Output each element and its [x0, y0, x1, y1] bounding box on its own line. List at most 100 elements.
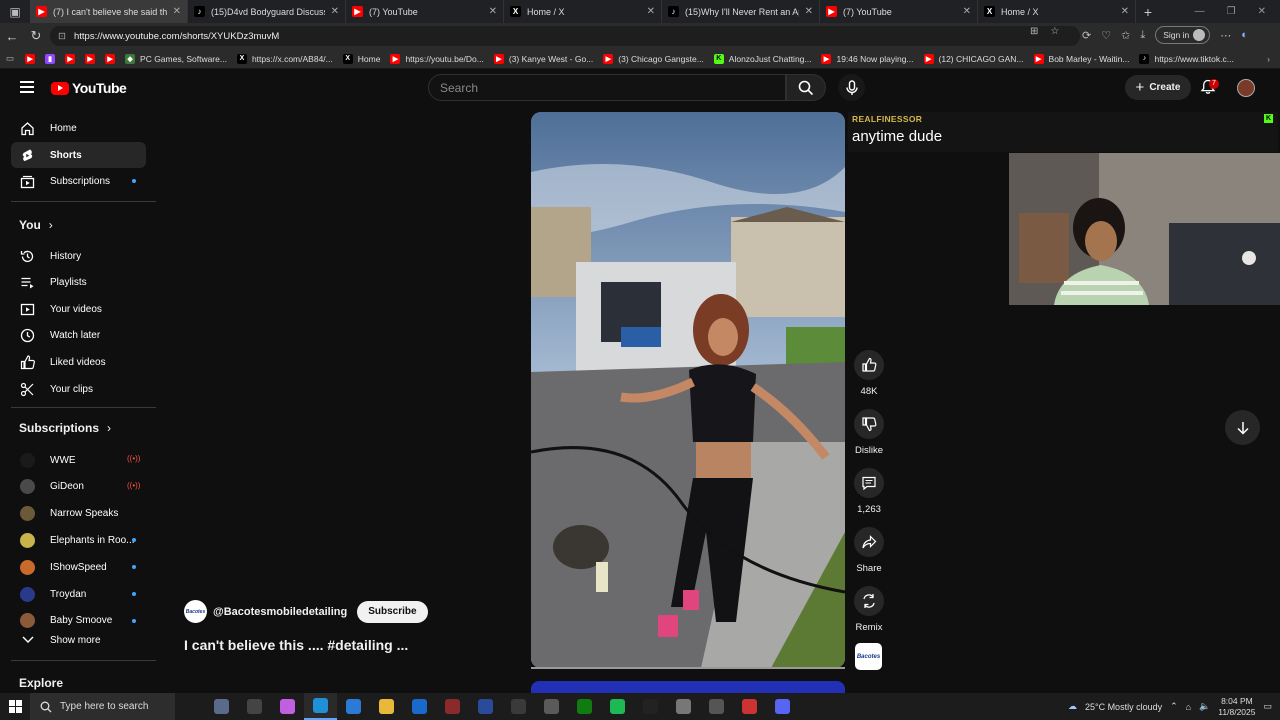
close-tab-icon[interactable]: ✕ [1121, 6, 1129, 17]
sidebar-item-your-videos[interactable]: Your videos [11, 296, 146, 322]
game-app-icon[interactable] [436, 693, 469, 720]
copilot-icon[interactable]: ◐ [1241, 29, 1248, 41]
sidebar-item-clips[interactable]: Your clips [11, 376, 146, 402]
new-tab-button[interactable]: + [1136, 4, 1160, 20]
bookmark-item[interactable]: X Home [338, 53, 386, 64]
like-button[interactable]: 48K [849, 350, 889, 397]
subscription-channel-item[interactable]: WWE ((•)) [11, 447, 146, 473]
favorite-star-icon[interactable]: ☆ [1050, 26, 1059, 37]
channel-handle[interactable]: @Bacotesmobiledetailing [213, 606, 347, 618]
bookmark-item[interactable]: Xhttps://x.com/AB84/... [232, 53, 338, 64]
bookmark-item[interactable]: ▶ https://youtu.be/Do... [385, 53, 488, 64]
close-tab-icon[interactable]: ✕ [805, 6, 813, 17]
copilot-app-icon[interactable] [271, 693, 304, 720]
edge-browser-icon[interactable] [304, 693, 337, 720]
remix-button[interactable]: Remix [849, 586, 889, 633]
comments-button[interactable]: 1,263 [849, 468, 889, 515]
mega-app-icon[interactable] [502, 693, 535, 720]
outlook-icon[interactable] [403, 693, 436, 720]
bookmark-item[interactable]: K AlonzoJust Chatting... [709, 53, 817, 64]
windows-start-icon[interactable] [0, 700, 30, 713]
bookmark-item[interactable]: ▮ [40, 53, 60, 64]
network-icon[interactable]: ⌂ [1186, 702, 1191, 712]
share-button[interactable]: Share [849, 527, 889, 574]
close-tab-icon[interactable]: ✕ [173, 6, 181, 17]
character-app-icon[interactable] [535, 693, 568, 720]
video-progress-bar[interactable] [531, 667, 845, 669]
bookmarks-overflow-icon[interactable]: › [1267, 54, 1280, 64]
close-tab-icon[interactable]: ✕ [331, 6, 339, 17]
bookmark-item[interactable]: ▶ Bob Marley - Waitin... [1029, 53, 1135, 64]
app-icon[interactable] [667, 693, 700, 720]
xbox-icon[interactable] [568, 693, 601, 720]
channel-avatar[interactable]: Bacotes [184, 600, 207, 623]
browser-tab[interactable]: ▶ (7) YouTube ✕ [346, 0, 504, 23]
weather-text[interactable]: 25°C Mostly cloudy [1085, 702, 1162, 712]
search-input[interactable]: Search [428, 74, 786, 101]
sidebar-subscriptions-heading[interactable]: Subscriptions › [19, 421, 111, 435]
taskbar-search-input[interactable]: Type here to search [30, 693, 175, 720]
tray-overflow-icon[interactable]: ⌃ [1170, 701, 1178, 712]
guide-menu-icon[interactable] [20, 81, 34, 93]
create-button[interactable]: + Create [1125, 75, 1191, 100]
taskbar-clock[interactable]: 8:04 PM 11/8/2025 [1218, 696, 1255, 718]
next-short-preview[interactable] [531, 681, 845, 693]
subscription-channel-item[interactable]: Troydan [11, 581, 146, 607]
settings-more-icon[interactable]: ⋯ [1220, 29, 1231, 42]
favorites-icon[interactable]: ✩ [1121, 29, 1130, 42]
task-view-person-icon[interactable] [205, 693, 238, 720]
bookmark-item[interactable]: ▶ (3) Chicago Gangste... [598, 53, 709, 64]
account-avatar[interactable] [1237, 79, 1255, 97]
file-explorer-icon[interactable] [370, 693, 403, 720]
close-tab-icon[interactable]: ✕ [647, 6, 655, 17]
restore-icon[interactable]: ❐ [1227, 6, 1236, 17]
voice-search-button[interactable] [838, 74, 865, 101]
weather-cloud-icon[interactable]: ☁ [1068, 701, 1077, 712]
microsoft-store-icon[interactable] [337, 693, 370, 720]
app-available-icon[interactable]: ⊞ [1030, 26, 1038, 37]
extensions-icon[interactable]: ⟳ [1082, 29, 1091, 42]
bookmark-item[interactable]: ▶ [100, 53, 120, 64]
spotify-icon[interactable] [601, 693, 634, 720]
fifa-app-icon[interactable] [469, 693, 502, 720]
sidebar-you-heading[interactable]: You › [19, 218, 53, 232]
collections-icon[interactable]: ▭ [0, 53, 20, 64]
show-more-button[interactable]: Show more [11, 627, 146, 653]
browser-tab[interactable]: ♪ (15)Why I'll Never Rent an Apartm ✕ [662, 0, 820, 23]
audio-source-thumbnail[interactable]: Bacotes [855, 643, 882, 670]
url-field[interactable]: ⊡ https://www.youtube.com/shorts/XYUKDz3… [50, 26, 1080, 46]
browser-tab[interactable]: ♪ (15)D4vd Bodyguard Discusses C ✕ [188, 0, 346, 23]
close-tab-icon[interactable]: ✕ [963, 6, 971, 17]
subscription-channel-item[interactable]: IShowSpeed [11, 554, 146, 580]
browser-tab[interactable]: X Home / X ✕ [504, 0, 662, 23]
close-window-icon[interactable]: ✕ [1258, 6, 1266, 17]
next-short-button[interactable] [1225, 410, 1260, 445]
browser-tab[interactable]: ▶ (7) I can't believe she said this ... ✕ [30, 0, 188, 23]
sidebar-item-watch-later[interactable]: Watch later [11, 323, 146, 349]
browser-tab[interactable]: ▶ (7) YouTube ✕ [820, 0, 978, 23]
sidebar-item-subscriptions[interactable]: Subscriptions [11, 168, 146, 194]
short-video-player[interactable] [531, 112, 845, 668]
subscription-channel-item[interactable]: GiDeon ((•)) [11, 474, 146, 500]
subscribe-button[interactable]: Subscribe [357, 600, 428, 623]
refresh-icon[interactable]: ↻ [24, 23, 48, 49]
volume-icon[interactable]: 🔈 [1199, 701, 1210, 712]
discord-icon[interactable] [766, 693, 799, 720]
bookmark-item[interactable]: ▶ 19:46 Now playing... [816, 53, 918, 64]
close-tab-icon[interactable]: ✕ [489, 6, 497, 17]
music-app-icon[interactable] [634, 693, 667, 720]
sidebar-item-playlists[interactable]: Playlists [11, 270, 146, 296]
bookmark-item[interactable]: ♪ https://www.tiktok.c... [1134, 53, 1238, 64]
sidebar-item-history[interactable]: History [11, 243, 146, 269]
subscription-channel-item[interactable]: Narrow Speaks [11, 501, 146, 527]
youtube-logo[interactable]: YouTube [51, 80, 127, 96]
bookmark-item[interactable]: ▶ (12) CHICAGO GAN... [919, 53, 1029, 64]
search-button[interactable] [786, 74, 826, 101]
short-title[interactable]: I can't believe this .... #detailing ... [184, 637, 408, 653]
sidebar-item-liked-videos[interactable]: Liked videos [11, 349, 146, 375]
sidebar-item-shorts[interactable]: Shorts [11, 142, 146, 168]
steam-icon[interactable] [700, 693, 733, 720]
browser-essentials-icon[interactable]: ♡ [1101, 29, 1111, 42]
sidebar-item-home[interactable]: Home [11, 115, 146, 141]
site-info-icon[interactable]: ⊡ [58, 31, 66, 42]
